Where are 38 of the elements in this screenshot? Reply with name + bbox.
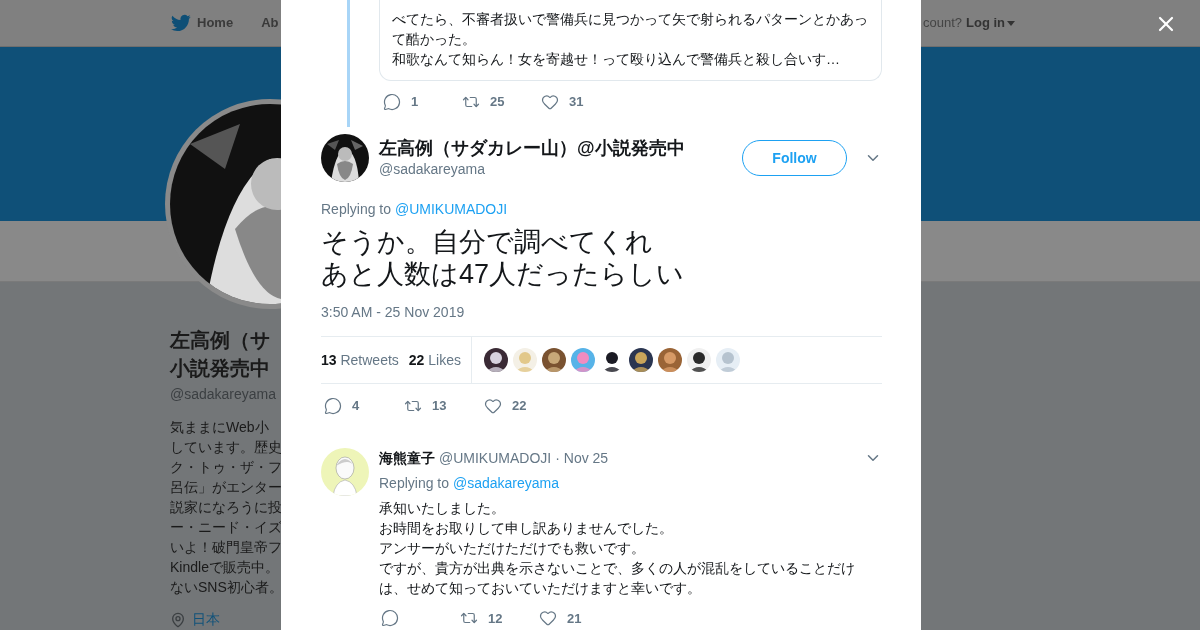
likes-count[interactable]: 22 Likes bbox=[408, 349, 461, 371]
retweet-button[interactable]: 12 bbox=[460, 608, 539, 628]
reply-author-handle: @UMIKUMADOJI bbox=[439, 448, 552, 468]
home-link[interactable]: Home bbox=[171, 13, 234, 33]
author-handle: @sadakareyama bbox=[379, 160, 487, 179]
profile-handle: @sadakareyama bbox=[170, 385, 278, 404]
speech-bubble-icon bbox=[381, 609, 399, 628]
speech-bubble-icon bbox=[324, 396, 342, 415]
reply-button[interactable]: 1 bbox=[383, 92, 462, 112]
heart-icon bbox=[541, 92, 559, 111]
tweet-timestamp: 3:50 AM - 25 Nov 2019 bbox=[321, 303, 466, 322]
login-prompt: count? bbox=[922, 14, 962, 33]
reply-time: · Nov 25 bbox=[555, 448, 609, 468]
bird-icon bbox=[171, 13, 191, 33]
profile-name: 左高例（サ 小説発売中 bbox=[170, 328, 271, 381]
heart-icon bbox=[484, 396, 502, 415]
caret-icon bbox=[1007, 20, 1015, 26]
mention-link[interactable]: @UMIKUMADOJI bbox=[394, 201, 508, 217]
heart-icon bbox=[539, 609, 557, 628]
tweet-text: そうか。自分で調べてくれ あと人数は47人だったらしい bbox=[321, 226, 686, 290]
location-pin-icon bbox=[170, 611, 186, 628]
reply-author-name: 海熊童子 bbox=[379, 448, 435, 468]
like-button[interactable]: 22 bbox=[484, 396, 564, 416]
like-button[interactable]: 31 bbox=[541, 92, 620, 112]
like-button[interactable]: 21 bbox=[539, 608, 618, 628]
replying-to-text: Replying to @sadakareyama bbox=[379, 473, 560, 493]
speech-bubble-icon bbox=[383, 92, 401, 111]
login-link[interactable]: Log in bbox=[966, 13, 1015, 33]
author-name: 左高例（サダカレー山）@小説発売中 bbox=[379, 137, 686, 159]
replying-to-text: Replying to @UMIKUMADOJI bbox=[321, 200, 509, 219]
reply-text: 承知いたしました。 お時間をお取りして申し訳ありませんでした。 アンサーがいただけただけでも救いです。 ですが、貴方が出典を示さないことで、多くの人が混乱をしていることだけは、せめて知っておいていただけますと幸いです。 bbox=[379, 498, 856, 598]
mention-link[interactable]: @sadakareyama bbox=[452, 474, 559, 491]
retweets-count[interactable]: 13 Retweets bbox=[321, 349, 399, 371]
retweet-button[interactable]: 13 bbox=[404, 396, 484, 416]
nav-link[interactable]: Ab bbox=[261, 13, 279, 33]
reply-button[interactable]: 4 bbox=[324, 396, 404, 416]
retweet-button[interactable]: 25 bbox=[462, 92, 541, 112]
quoted-tweet-text: べてたら、不審者扱いで警備兵に見つかって矢で射られるパターンとかあって酷かった。 和歌なんて知らん！女を寄越せ！って殴り込んで警備兵と殺し合いす… bbox=[392, 10, 869, 69]
